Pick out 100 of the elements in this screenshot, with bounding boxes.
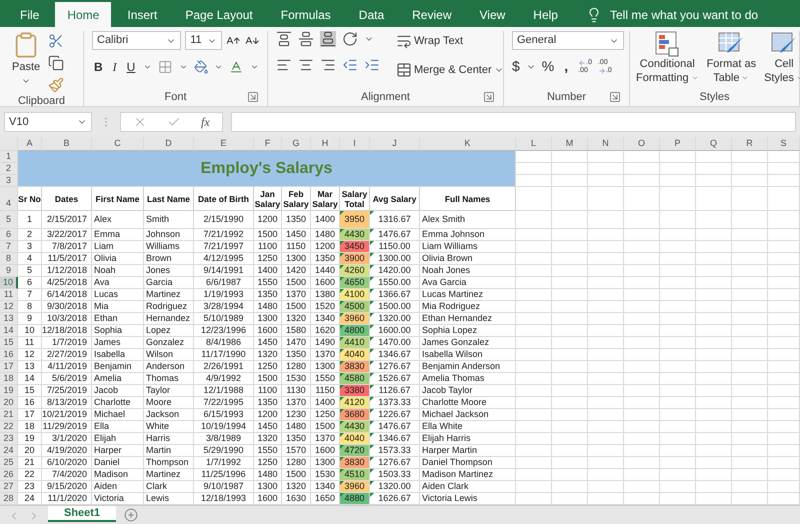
empty-cell[interactable]	[660, 373, 696, 385]
row-header[interactable]: 11	[0, 289, 18, 301]
empty-cell[interactable]	[516, 253, 552, 265]
empty-cell[interactable]	[552, 163, 588, 175]
row-header[interactable]: 2	[0, 163, 18, 175]
empty-cell[interactable]	[660, 409, 696, 421]
empty-cell[interactable]	[624, 253, 660, 265]
empty-cell[interactable]	[732, 241, 768, 253]
empty-cell[interactable]	[660, 211, 696, 229]
empty-cell[interactable]	[660, 481, 696, 493]
empty-cell[interactable]	[552, 289, 588, 301]
empty-cell[interactable]	[660, 385, 696, 397]
empty-cell[interactable]	[516, 373, 552, 385]
empty-cell[interactable]	[696, 337, 732, 349]
select-all-corner[interactable]	[0, 137, 18, 151]
empty-cell[interactable]	[768, 265, 800, 277]
dialog-launcher-icon[interactable]	[483, 91, 495, 103]
dialog-launcher-icon[interactable]	[247, 91, 259, 103]
empty-cell[interactable]	[552, 241, 588, 253]
empty-cell[interactable]	[552, 301, 588, 313]
empty-cell[interactable]	[516, 385, 552, 397]
empty-cell[interactable]	[516, 409, 552, 421]
empty-cell[interactable]	[696, 397, 732, 409]
empty-cell[interactable]	[732, 337, 768, 349]
empty-cell[interactable]	[696, 481, 732, 493]
paintbrush-icon[interactable]	[48, 77, 64, 93]
comma-button[interactable]: ,	[560, 56, 572, 77]
empty-cell[interactable]	[732, 187, 768, 211]
empty-cell[interactable]	[588, 253, 624, 265]
empty-cell[interactable]	[624, 277, 660, 289]
merge-center-button[interactable]: Merge & Center	[392, 60, 508, 80]
empty-cell[interactable]	[768, 163, 800, 175]
empty-cell[interactable]	[732, 229, 768, 241]
column-header[interactable]: J	[370, 137, 420, 151]
empty-cell[interactable]	[588, 421, 624, 433]
empty-cell[interactable]	[552, 277, 588, 289]
row-header[interactable]: 3	[0, 175, 18, 187]
row-header[interactable]: 19	[0, 385, 18, 397]
empty-cell[interactable]	[516, 241, 552, 253]
cut-icon[interactable]	[48, 33, 64, 49]
row-header[interactable]: 18	[0, 373, 18, 385]
empty-cell[interactable]	[588, 151, 624, 163]
empty-cell[interactable]	[732, 325, 768, 337]
empty-cell[interactable]	[624, 301, 660, 313]
wrap-text-button[interactable]: Wrap Text	[392, 31, 508, 52]
borders-icon[interactable]	[158, 59, 173, 75]
empty-cell[interactable]	[552, 229, 588, 241]
empty-cell[interactable]	[696, 253, 732, 265]
row-header[interactable]: 5	[0, 211, 18, 229]
empty-cell[interactable]	[624, 421, 660, 433]
row-header[interactable]: 12	[0, 301, 18, 313]
empty-cell[interactable]	[660, 361, 696, 373]
align-right-icon[interactable]	[320, 57, 336, 73]
empty-cell[interactable]	[624, 349, 660, 361]
empty-cell[interactable]	[696, 325, 732, 337]
fill-bucket-icon[interactable]	[194, 59, 208, 75]
bold-button[interactable]: B	[92, 58, 105, 76]
empty-cell[interactable]	[624, 229, 660, 241]
row-header[interactable]: 16	[0, 349, 18, 361]
empty-cell[interactable]	[768, 241, 800, 253]
column-header[interactable]: G	[282, 137, 311, 151]
align-left-icon[interactable]	[276, 57, 292, 73]
empty-cell[interactable]	[696, 301, 732, 313]
empty-cell[interactable]	[660, 241, 696, 253]
empty-cell[interactable]	[624, 337, 660, 349]
empty-cell[interactable]	[696, 211, 732, 229]
empty-cell[interactable]	[660, 253, 696, 265]
empty-cell[interactable]	[696, 277, 732, 289]
empty-cell[interactable]	[768, 289, 800, 301]
empty-cell[interactable]	[768, 373, 800, 385]
row-header[interactable]: 26	[0, 469, 18, 481]
align-center-icon[interactable]	[298, 57, 314, 73]
empty-cell[interactable]	[660, 301, 696, 313]
empty-cell[interactable]	[516, 301, 552, 313]
empty-cell[interactable]	[552, 337, 588, 349]
row-header[interactable]: 23	[0, 433, 18, 445]
empty-cell[interactable]	[588, 289, 624, 301]
ribbon-tab[interactable]: Home	[55, 2, 112, 27]
empty-cell[interactable]	[588, 301, 624, 313]
row-header[interactable]: 17	[0, 361, 18, 373]
empty-cell[interactable]	[732, 457, 768, 469]
empty-cell[interactable]	[552, 151, 588, 163]
font-size-field[interactable]: 11	[185, 31, 222, 50]
empty-cell[interactable]	[552, 253, 588, 265]
empty-cell[interactable]	[588, 349, 624, 361]
empty-cell[interactable]	[732, 163, 768, 175]
empty-cell[interactable]	[768, 301, 800, 313]
empty-cell[interactable]	[516, 445, 552, 457]
empty-cell[interactable]	[552, 481, 588, 493]
row-header[interactable]: 9	[0, 265, 18, 277]
percent-button[interactable]: %	[542, 56, 554, 77]
empty-cell[interactable]	[660, 421, 696, 433]
empty-cell[interactable]	[624, 373, 660, 385]
column-header[interactable]: M	[552, 137, 588, 151]
empty-cell[interactable]	[516, 211, 552, 229]
empty-cell[interactable]	[732, 361, 768, 373]
empty-cell[interactable]	[660, 229, 696, 241]
empty-cell[interactable]	[516, 337, 552, 349]
empty-cell[interactable]	[624, 241, 660, 253]
empty-cell[interactable]	[516, 175, 552, 187]
